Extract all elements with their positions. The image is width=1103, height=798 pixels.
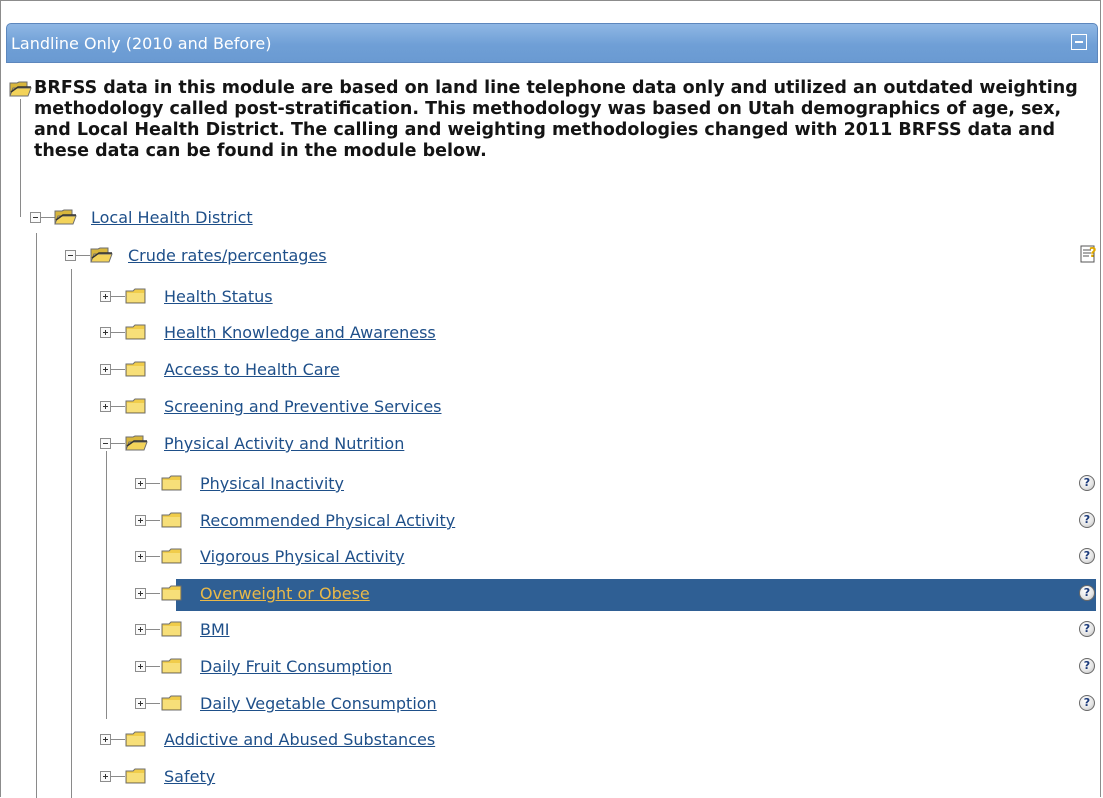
tree-node-local-health-district[interactable]: Local Health District [1, 203, 1001, 235]
folder-closed-icon [161, 621, 184, 637]
tree-node-vigorous-activity[interactable]: Vigorous Physical Activity [1, 542, 1001, 574]
panel-header[interactable]: Landline Only (2010 and Before) [6, 23, 1098, 63]
module-description: BRFSS data in this module are based on l… [34, 78, 1078, 161]
tree-node-label[interactable]: Addictive and Abused Substances [164, 730, 435, 749]
folder-closed-icon [161, 475, 184, 491]
tree-node-label[interactable]: Recommended Physical Activity [200, 511, 455, 530]
expand-icon[interactable] [135, 478, 146, 489]
tree-node-physical-inactivity[interactable]: Physical Inactivity [1, 469, 1001, 501]
tree-node-safety[interactable]: Safety [1, 762, 1001, 794]
collapse-icon[interactable] [30, 212, 41, 223]
tree-node-label-selected[interactable]: Overweight or Obese [200, 584, 370, 603]
module-panel: Landline Only (2010 and Before) BRFSS da… [0, 0, 1101, 798]
tree-node-access-to-health-care[interactable]: Access to Health Care [1, 355, 1001, 387]
tree-node-addictive-substances[interactable]: Addictive and Abused Substances [1, 725, 1001, 757]
tree-node-label[interactable]: Physical Inactivity [200, 474, 344, 493]
expand-icon[interactable] [135, 661, 146, 672]
svg-text:?: ? [1089, 246, 1097, 261]
tree-node-label[interactable]: Safety [164, 767, 215, 786]
expand-icon[interactable] [100, 771, 111, 782]
tree-node-recommended-activity[interactable]: Recommended Physical Activity [1, 506, 1001, 538]
folder-closed-icon [161, 585, 184, 601]
panel-title: Landline Only (2010 and Before) [11, 34, 272, 53]
folder-closed-icon [161, 548, 184, 564]
help-icon[interactable]: ? [1079, 695, 1095, 711]
tree-node-bmi[interactable]: BMI [1, 615, 1001, 647]
help-icon[interactable]: ? [1079, 658, 1095, 674]
tree-node-label[interactable]: BMI [200, 620, 230, 639]
tree-node-daily-fruit[interactable]: Daily Fruit Consumption [1, 652, 1001, 684]
folder-closed-icon [125, 731, 148, 747]
help-icon[interactable]: ? [1079, 512, 1095, 528]
folder-closed-icon [125, 768, 148, 784]
help-icon[interactable]: ? [1079, 475, 1095, 491]
collapse-icon[interactable] [100, 438, 111, 449]
expand-icon[interactable] [100, 327, 111, 338]
help-icon[interactable]: ? [1079, 621, 1095, 637]
folder-open-icon [9, 81, 32, 97]
expand-icon[interactable] [135, 588, 146, 599]
tree-node-label[interactable]: Local Health District [91, 208, 253, 227]
expand-icon[interactable] [135, 515, 146, 526]
expand-icon[interactable] [100, 291, 111, 302]
tree-node-label[interactable]: Health Knowledge and Awareness [164, 323, 436, 342]
folder-closed-icon [161, 695, 184, 711]
expand-icon[interactable] [135, 698, 146, 709]
tree-node-overweight-obese[interactable]: Overweight or Obese [1, 579, 1001, 611]
folder-closed-icon [161, 658, 184, 674]
tree-node-label[interactable]: Daily Vegetable Consumption [200, 694, 437, 713]
tree-node-health-knowledge[interactable]: Health Knowledge and Awareness [1, 318, 1001, 350]
collapse-icon[interactable] [65, 250, 76, 261]
folder-closed-icon [161, 512, 184, 528]
tree-node-crude-rates[interactable]: Crude rates/percentages [1, 241, 1001, 273]
folder-closed-icon [125, 398, 148, 414]
expand-icon[interactable] [135, 551, 146, 562]
notes-help-icon[interactable]: ? [1080, 244, 1098, 263]
tree-node-label[interactable]: Crude rates/percentages [128, 246, 327, 265]
tree-node-label[interactable]: Screening and Preventive Services [164, 397, 442, 416]
tree-node-label[interactable]: Physical Activity and Nutrition [164, 434, 404, 453]
tree-node-screening[interactable]: Screening and Preventive Services [1, 392, 1001, 424]
collapse-icon[interactable] [1071, 34, 1087, 50]
expand-icon[interactable] [100, 734, 111, 745]
tree-line [20, 99, 21, 217]
tree-node-label[interactable]: Access to Health Care [164, 360, 340, 379]
folder-open-icon [54, 209, 77, 225]
help-icon[interactable]: ? [1079, 548, 1095, 564]
folder-open-icon [90, 247, 113, 263]
expand-icon[interactable] [100, 364, 111, 375]
tree-node-health-status[interactable]: Health Status [1, 282, 1001, 314]
folder-closed-icon [125, 324, 148, 340]
help-icon[interactable]: ? [1079, 585, 1095, 601]
tree-node-label[interactable]: Health Status [164, 287, 273, 306]
tree-node-daily-vegetable[interactable]: Daily Vegetable Consumption [1, 689, 1001, 721]
tree-node-label[interactable]: Daily Fruit Consumption [200, 657, 392, 676]
expand-icon[interactable] [100, 401, 111, 412]
tree-node-physical-activity[interactable]: Physical Activity and Nutrition [1, 429, 1001, 461]
folder-closed-icon [125, 361, 148, 377]
expand-icon[interactable] [135, 624, 146, 635]
tree-node-label[interactable]: Vigorous Physical Activity [200, 547, 405, 566]
folder-closed-icon [125, 288, 148, 304]
folder-open-icon [125, 435, 148, 451]
